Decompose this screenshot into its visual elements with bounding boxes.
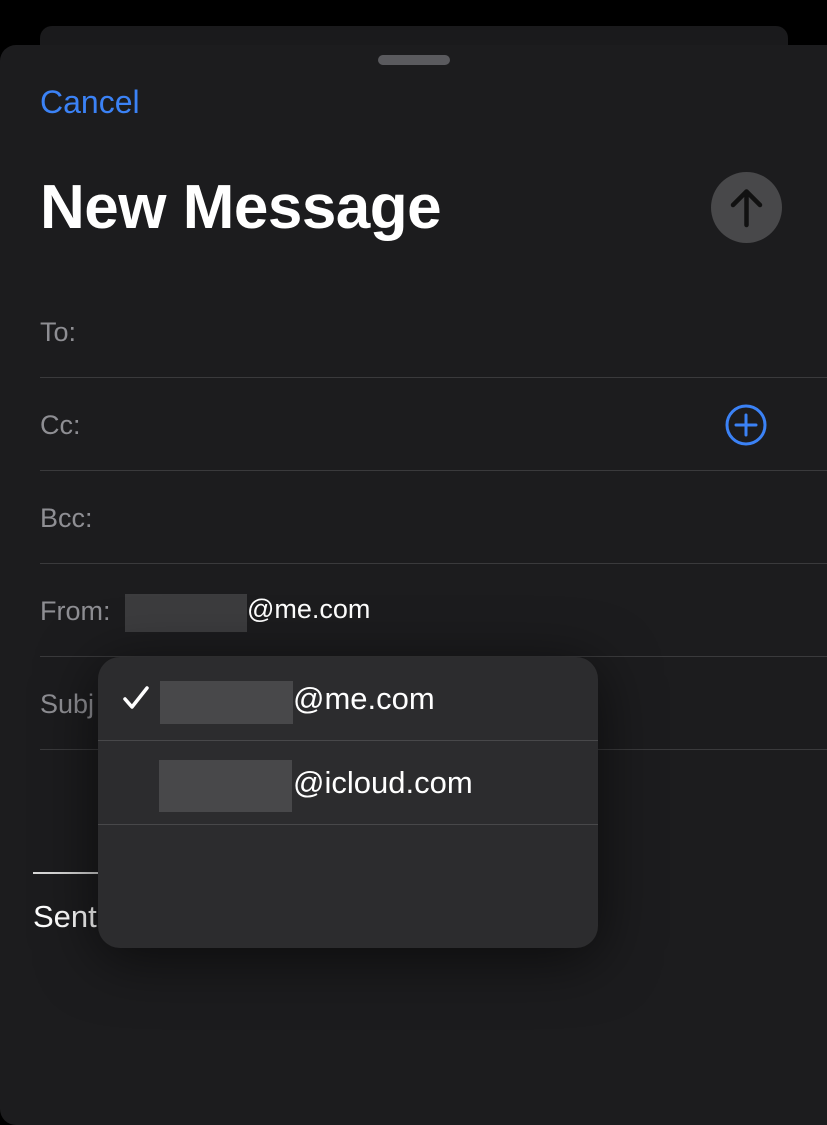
menu-item-me-address[interactable]: @me.com [98, 657, 598, 741]
from-label: From: [40, 596, 111, 626]
from-address-menu: @me.com @icloud.com [98, 657, 598, 948]
menu-item-domain: @icloud.com [293, 765, 473, 800]
redacted-username [159, 760, 292, 812]
cancel-button[interactable]: Cancel [40, 82, 140, 122]
from-address-domain[interactable]: @me.com [247, 593, 370, 625]
bcc-field[interactable]: Bcc: [40, 470, 827, 564]
arrow-up-icon [730, 189, 763, 228]
to-field[interactable]: To: [40, 284, 827, 378]
subject-label: Subj [40, 689, 95, 719]
send-button[interactable] [711, 172, 782, 243]
sheet-grabber[interactable] [378, 55, 450, 65]
signature-text[interactable]: Sent [33, 898, 97, 936]
redacted-username [160, 681, 293, 724]
checkmark-icon [123, 686, 149, 709]
plus-circle-icon[interactable] [725, 404, 767, 446]
to-label: To: [40, 317, 77, 347]
menu-item-domain: @me.com [293, 681, 435, 716]
from-field[interactable]: From: @me.com [40, 563, 827, 657]
bcc-label: Bcc: [40, 503, 93, 533]
redacted-username [125, 594, 247, 632]
page-title: New Message [40, 173, 442, 242]
menu-item-icloud-address[interactable]: @icloud.com [98, 741, 598, 825]
cc-label: Cc: [40, 410, 81, 440]
cc-field[interactable]: Cc: [40, 377, 827, 471]
